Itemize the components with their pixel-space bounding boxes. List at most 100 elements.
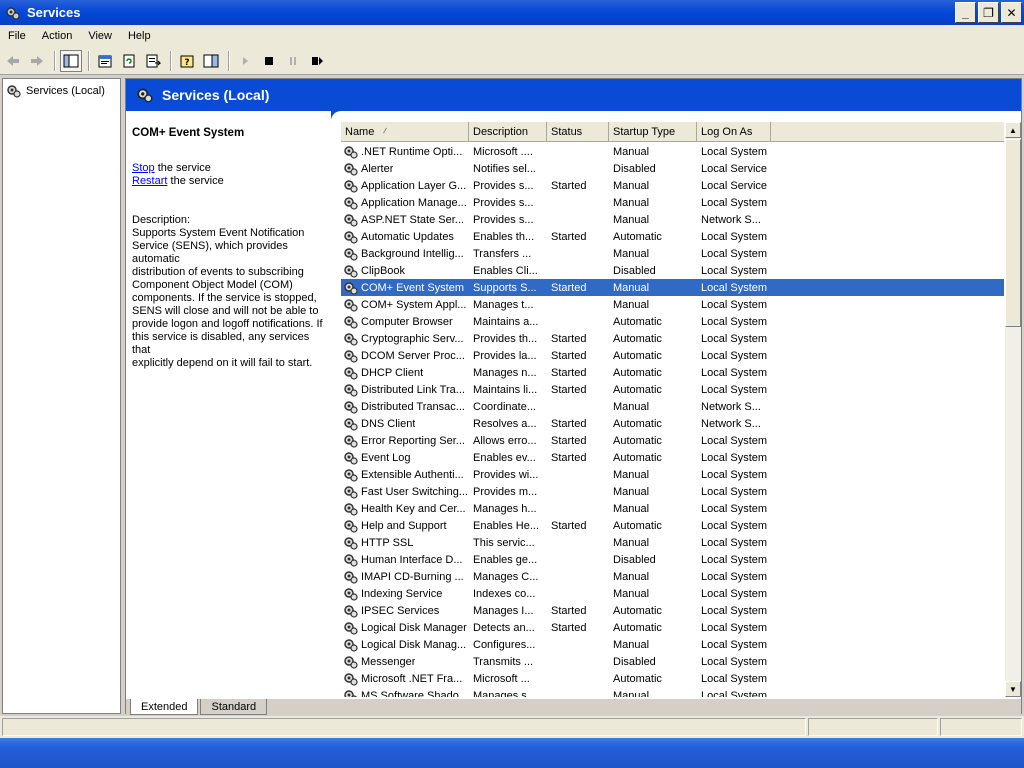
service-gear-icon — [344, 502, 358, 516]
table-row[interactable]: Background Intellig... Transfers ... Manua… — [341, 245, 1004, 262]
taskbar — [0, 738, 1024, 768]
table-row[interactable]: Distributed Transac... Coordinate... Manua… — [341, 398, 1004, 415]
cell-description: Indexes co... — [473, 587, 536, 600]
service-gear-icon — [344, 298, 358, 312]
table-row[interactable]: IPSEC Services Manages I... Started Automat… — [341, 602, 1004, 619]
restore-button[interactable]: ❐ — [978, 2, 999, 23]
table-row[interactable]: Cryptographic Serv... Provides th... Start… — [341, 330, 1004, 347]
table-row[interactable]: Alerter Notifies sel... Disabled Local Serv… — [341, 160, 1004, 177]
service-gear-icon — [344, 570, 358, 584]
table-row[interactable]: COM+ System Appl... Manages t... Manual Loc… — [341, 296, 1004, 313]
description-text: components. If the service is stopped, — [132, 292, 317, 304]
table-row[interactable]: ASP.NET State Ser... Provides s... Manual N… — [341, 211, 1004, 228]
details-pane: Services (Local) COM+ Event System Stop … — [125, 78, 1022, 715]
cell-name: Indexing Service — [341, 586, 469, 602]
table-row[interactable]: .NET Runtime Opti... Microsoft .... Manual… — [341, 143, 1004, 160]
column-header-startup-type[interactable]: Startup Type — [609, 122, 697, 142]
properties-button[interactable] — [94, 50, 116, 72]
scroll-thumb[interactable] — [1005, 139, 1021, 327]
vertical-scrollbar[interactable]: ▲ ▼ — [1005, 122, 1021, 697]
export-list-button[interactable] — [142, 50, 164, 72]
service-name-text: Indexing Service — [361, 587, 443, 600]
column-header-description[interactable]: Description — [469, 122, 547, 142]
scroll-up-button[interactable]: ▲ — [1005, 122, 1021, 138]
description-text: provide logon and logoff notifications. … — [132, 318, 323, 330]
table-row[interactable]: HTTP SSL This servic... Manual Local System — [341, 534, 1004, 551]
show-action-pane-button[interactable] — [200, 50, 222, 72]
column-header-name[interactable]: Name — [341, 122, 469, 142]
service-name-text: IMAPI CD-Burning ... — [361, 570, 464, 583]
menu-action[interactable]: Action — [34, 30, 81, 42]
table-row[interactable]: Extensible Authenti... Provides wi... Manu… — [341, 466, 1004, 483]
minimize-button[interactable]: _ — [955, 2, 976, 23]
table-row[interactable]: Error Reporting Ser... Allows erro... Star… — [341, 432, 1004, 449]
table-row[interactable]: DNS Client Resolves a... Started Automatic N… — [341, 415, 1004, 432]
cell-status: Started — [551, 383, 587, 396]
status-bar — [0, 716, 1024, 738]
tab-standard[interactable]: Standard — [200, 699, 268, 715]
cell-name: Application Manage... — [341, 195, 469, 211]
stop-service-button[interactable] — [258, 50, 280, 72]
table-row[interactable]: Logical Disk Manager Detects an... Started… — [341, 619, 1004, 636]
service-name-text: Computer Browser — [361, 315, 453, 328]
service-gear-icon — [344, 264, 358, 278]
start-service-button[interactable] — [234, 50, 256, 72]
menu-view[interactable]: View — [80, 30, 120, 42]
table-row[interactable]: DHCP Client Manages n... Started Automatic L… — [341, 364, 1004, 381]
table-row[interactable]: MS Software Shado... Manages s... Manual Lo… — [341, 687, 1004, 697]
show-hide-tree-button[interactable] — [60, 49, 82, 72]
table-row[interactable]: Indexing Service Indexes co... Manual Local… — [341, 585, 1004, 602]
table-row[interactable]: IMAPI CD-Burning ... Manages C... Manual Lo… — [341, 568, 1004, 585]
stop-link[interactable]: Stop — [132, 162, 155, 174]
table-row[interactable]: Microsoft .NET Fra... Microsoft ... Automa… — [341, 670, 1004, 687]
table-row[interactable]: Fast User Switching... Provides m... Manua… — [341, 483, 1004, 500]
menu-file[interactable]: File — [0, 30, 34, 42]
table-row[interactable]: Automatic Updates Enables th... Started Aut… — [341, 228, 1004, 245]
restart-link[interactable]: Restart — [132, 175, 167, 187]
table-row[interactable]: Help and Support Enables He... Started Auto… — [341, 517, 1004, 534]
cell-name: Computer Browser — [341, 314, 469, 330]
pause-service-button[interactable] — [282, 50, 304, 72]
table-row[interactable]: Application Manage... Provides s... Manual… — [341, 194, 1004, 211]
help-button[interactable]: ? — [176, 50, 198, 72]
table-row[interactable]: Event Log Enables ev... Started Automatic Lo… — [341, 449, 1004, 466]
tab-extended[interactable]: Extended — [130, 699, 199, 715]
table-row[interactable]: Distributed Link Tra... Maintains li... St… — [341, 381, 1004, 398]
menu-help[interactable]: Help — [120, 30, 159, 42]
forward-button[interactable] — [26, 50, 48, 72]
service-name-text: Messenger — [361, 655, 416, 668]
table-row[interactable]: DCOM Server Proc... Provides la... Started… — [341, 347, 1004, 364]
close-button[interactable]: ✕ — [1001, 2, 1022, 23]
table-row[interactable]: Logical Disk Manag... Configures... Manual… — [341, 636, 1004, 653]
cell-startup-type: Automatic — [613, 315, 662, 328]
cell-description: Enables Cli... — [473, 264, 538, 277]
column-header-status[interactable]: Status — [547, 122, 609, 142]
cell-name: Event Log — [341, 450, 469, 466]
status-segment — [2, 718, 806, 736]
table-row[interactable]: ClipBook Enables Cli... Disabled Local Syst… — [341, 262, 1004, 279]
table-row[interactable]: Computer Browser Maintains a... Automatic L… — [341, 313, 1004, 330]
refresh-button[interactable] — [118, 50, 140, 72]
column-header-log-on-as[interactable]: Log On As — [697, 122, 771, 142]
cell-startup-type: Manual — [613, 468, 650, 481]
service-gear-icon — [344, 672, 358, 686]
cell-log-on-as: Local System — [701, 587, 768, 600]
scroll-down-button[interactable]: ▼ — [1005, 681, 1021, 697]
cell-name: COM+ Event System — [341, 279, 469, 296]
table-row[interactable]: Human Interface D... Enables ge... Disable… — [341, 551, 1004, 568]
cell-startup-type: Automatic — [613, 332, 662, 345]
title-bar[interactable]: Services _ ❐ ✕ — [0, 0, 1024, 25]
cell-description: Enables th... — [473, 230, 535, 243]
service-gear-icon — [344, 689, 358, 697]
table-row[interactable]: Health Key and Cer... Manages h... Manual L… — [341, 500, 1004, 517]
table-row[interactable]: Application Layer G... Provides s... Start… — [341, 177, 1004, 194]
tree-item-services-local[interactable]: Services (Local) — [6, 83, 105, 99]
cell-startup-type: Automatic — [613, 672, 662, 685]
cell-description: Coordinate... — [473, 400, 536, 413]
cell-log-on-as: Network S... — [701, 417, 761, 430]
back-button[interactable] — [2, 50, 24, 72]
table-row[interactable]: Messenger Transmits ... Disabled Local Syst… — [341, 653, 1004, 670]
restart-service-button[interactable] — [306, 50, 328, 72]
table-row[interactable]: COM+ Event System Supports S... Started Man… — [341, 279, 1004, 296]
services-list[interactable]: Name Description Status Startup Type Log… — [341, 122, 1021, 697]
